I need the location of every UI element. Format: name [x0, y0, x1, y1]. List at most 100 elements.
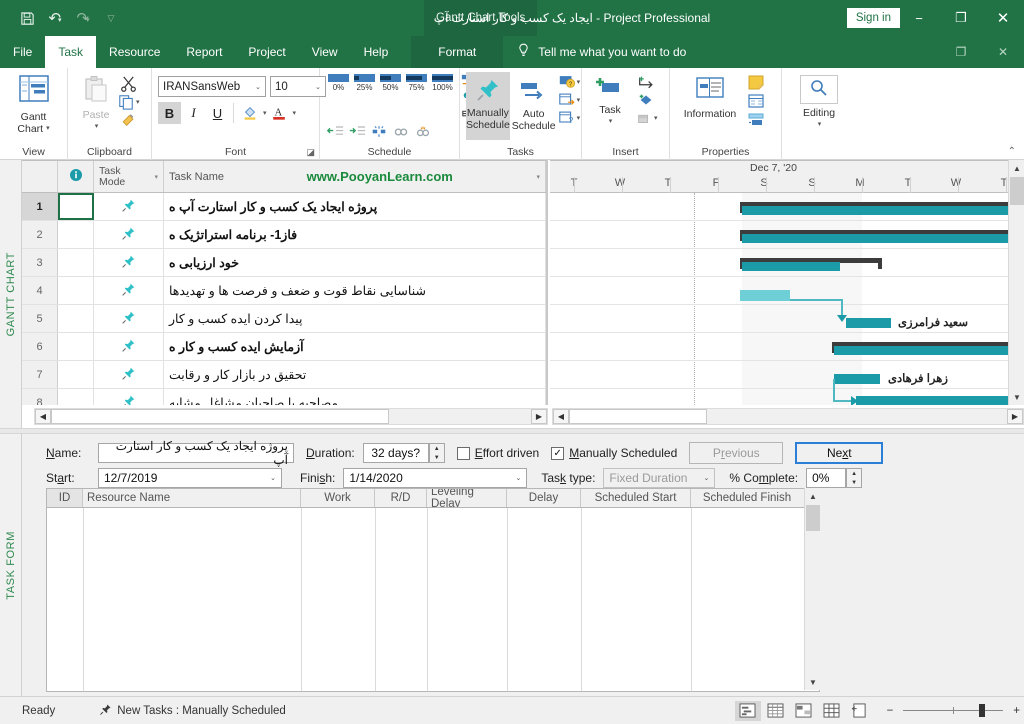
row-info-cell[interactable]: [58, 389, 94, 405]
effort-driven-checkbox[interactable]: Effort driven: [456, 446, 539, 460]
column-header-scheduled-finish[interactable]: Scheduled Finish: [691, 489, 803, 507]
task-type-field[interactable]: Fixed Duration ⌄: [603, 468, 716, 488]
scrollbar-thumb[interactable]: [806, 505, 820, 531]
resource-table-scrollbar[interactable]: ▲ ▼: [804, 488, 821, 690]
name-field[interactable]: پروژه ایجاد یک کسب و کار استارت آپ: [98, 439, 294, 467]
duration-stepper[interactable]: ▲ ▼: [428, 443, 445, 463]
column-header-id[interactable]: [22, 161, 58, 192]
manually-schedule-button[interactable]: Manually Schedule: [466, 72, 510, 140]
tab-view[interactable]: View: [299, 36, 351, 68]
scroll-right-icon[interactable]: ▶: [531, 409, 547, 424]
column-header-delay[interactable]: Delay: [507, 489, 581, 507]
gantt-bar[interactable]: [856, 396, 1024, 405]
manually-scheduled-checkbox[interactable]: ✓ Manually Scheduled: [551, 446, 677, 460]
font-name-combo[interactable]: IRANSansWeb ⌄: [158, 76, 266, 97]
percent-complete-stepper[interactable]: ▲ ▼: [846, 468, 863, 488]
row-task-name[interactable]: آزمایش ایده کسب و کار ه: [164, 333, 546, 360]
column-header-leveling-delay[interactable]: Leveling Delay: [427, 489, 507, 507]
copy-icon[interactable]: ▾: [118, 94, 140, 110]
minimize-button[interactable]: −: [898, 0, 940, 36]
inspect-task-icon[interactable]: ? ▾: [558, 74, 580, 89]
task-usage-icon[interactable]: [763, 701, 789, 721]
row-info-cell[interactable]: [58, 333, 94, 360]
row-task-name[interactable]: پروژه ایجاد یک کسب و کار استارت آپ ه: [164, 193, 546, 220]
gantt-chart-button[interactable]: Gantt Chart ▾: [6, 73, 61, 135]
redo-icon[interactable]: ↷ ▾: [70, 5, 96, 31]
tab-task[interactable]: Task: [45, 36, 97, 68]
customize-quick-access-icon[interactable]: ▽: [98, 5, 124, 31]
table-row[interactable]: 5 پیدا کردن ایده کسب و کار: [22, 305, 546, 333]
gantt-bar[interactable]: [834, 374, 880, 384]
table-row[interactable]: 7 تحقیق در بازار کار و رقابت: [22, 361, 546, 389]
gantt-vertical-scrollbar[interactable]: ▲ ▼: [1008, 160, 1024, 405]
column-header-rd[interactable]: R/D: [375, 489, 427, 507]
finish-field[interactable]: 1/14/2020 ⌄: [343, 468, 528, 488]
row-task-mode[interactable]: [94, 221, 164, 248]
scroll-left-icon[interactable]: ◀: [553, 409, 569, 424]
sign-in-button[interactable]: Sign in: [846, 8, 900, 28]
column-header-task-name[interactable]: Task Name www.PooyanLearn.com ▾: [164, 161, 546, 192]
milestone-icon[interactable]: [635, 93, 658, 107]
scrollbar-thumb[interactable]: [51, 409, 389, 424]
percent-100-button[interactable]: 100%: [430, 74, 455, 92]
indent-task-icon[interactable]: [348, 124, 366, 139]
gantt-bar[interactable]: [742, 234, 1024, 243]
row-task-mode[interactable]: [94, 305, 164, 332]
column-header-resource-name[interactable]: Resource Name: [83, 489, 301, 507]
row-info-cell[interactable]: [58, 221, 94, 248]
add-to-timeline-icon[interactable]: [747, 113, 765, 128]
zoom-slider[interactable]: [903, 704, 1004, 717]
percent-50-button[interactable]: 50%: [378, 74, 403, 92]
bold-button[interactable]: B: [158, 102, 181, 124]
scroll-right-icon[interactable]: ▶: [1007, 409, 1023, 424]
tab-help[interactable]: Help: [351, 36, 402, 68]
row-info-cell[interactable]: [58, 193, 94, 220]
row-task-name[interactable]: شناسایی نقاط قوت و ضعف و فرصت ها و تهدید…: [164, 277, 546, 304]
font-size-combo[interactable]: 10 ⌄: [270, 76, 326, 97]
percent-75-button[interactable]: 75%: [404, 74, 429, 92]
gantt-bar[interactable]: [834, 346, 1024, 355]
gantt-chart-pane-label[interactable]: GANTT CHART: [0, 160, 22, 428]
scroll-down-icon[interactable]: ▼: [805, 674, 821, 690]
task-form-pane-label[interactable]: TASK FORM: [0, 434, 22, 696]
column-header-id[interactable]: ID: [47, 489, 83, 507]
table-row[interactable]: 1 پروژه ایجاد یک کسب و کار استارت آپ ه: [22, 193, 546, 221]
table-row[interactable]: 2 فاز1- برنامه استراتژیک ه: [22, 221, 546, 249]
row-task-mode[interactable]: [94, 389, 164, 405]
tab-report[interactable]: Report: [173, 36, 235, 68]
link-tasks-icon[interactable]: [392, 125, 410, 139]
task-table-hscrollbar[interactable]: ◀ ▶: [34, 408, 548, 425]
row-task-name[interactable]: پیدا کردن ایده کسب و کار: [164, 305, 546, 332]
fill-color-icon[interactable]: [238, 102, 261, 124]
row-info-cell[interactable]: [58, 249, 94, 276]
restore-button[interactable]: ❐: [940, 0, 982, 36]
row-task-mode[interactable]: [94, 249, 164, 276]
deliverable-icon[interactable]: ▾: [635, 111, 658, 125]
outdent-task-icon[interactable]: [326, 124, 344, 139]
tell-me-box[interactable]: Tell me what you want to do: [503, 36, 686, 68]
row-task-mode[interactable]: [94, 333, 164, 360]
chevron-down-icon[interactable]: ▾: [293, 109, 297, 117]
paste-button[interactable]: Paste ▾: [74, 73, 118, 133]
duration-field[interactable]: 32 days?: [362, 443, 429, 463]
editing-button[interactable]: Editing ▾: [794, 73, 844, 131]
scroll-up-icon[interactable]: ▲: [1009, 160, 1024, 176]
font-color-icon[interactable]: A: [268, 102, 291, 124]
gantt-bar[interactable]: [742, 262, 840, 271]
percent-complete-field[interactable]: 0%: [806, 468, 847, 488]
details-icon[interactable]: [747, 94, 765, 109]
row-task-name[interactable]: خود ارزیابی ه: [164, 249, 546, 276]
gantt-bar[interactable]: [742, 206, 1024, 215]
gantt-bar[interactable]: [846, 318, 891, 328]
undo-icon[interactable]: ↶ ▾: [42, 5, 68, 31]
row-task-mode[interactable]: [94, 193, 164, 220]
unlink-tasks-icon[interactable]: [414, 125, 432, 139]
next-button[interactable]: Next: [795, 442, 884, 464]
row-info-cell[interactable]: [58, 277, 94, 304]
italic-button[interactable]: I: [182, 102, 205, 124]
row-task-name[interactable]: تحقیق در بازار کار و رقابت: [164, 361, 546, 388]
save-icon[interactable]: [14, 5, 40, 31]
table-row[interactable]: 4 شناسایی نقاط قوت و ضعف و فرصت ها و تهد…: [22, 277, 546, 305]
timeline-body[interactable]: سعید فرامرزی زهرا فرهادی: [550, 193, 1024, 405]
row-info-cell[interactable]: [58, 305, 94, 332]
